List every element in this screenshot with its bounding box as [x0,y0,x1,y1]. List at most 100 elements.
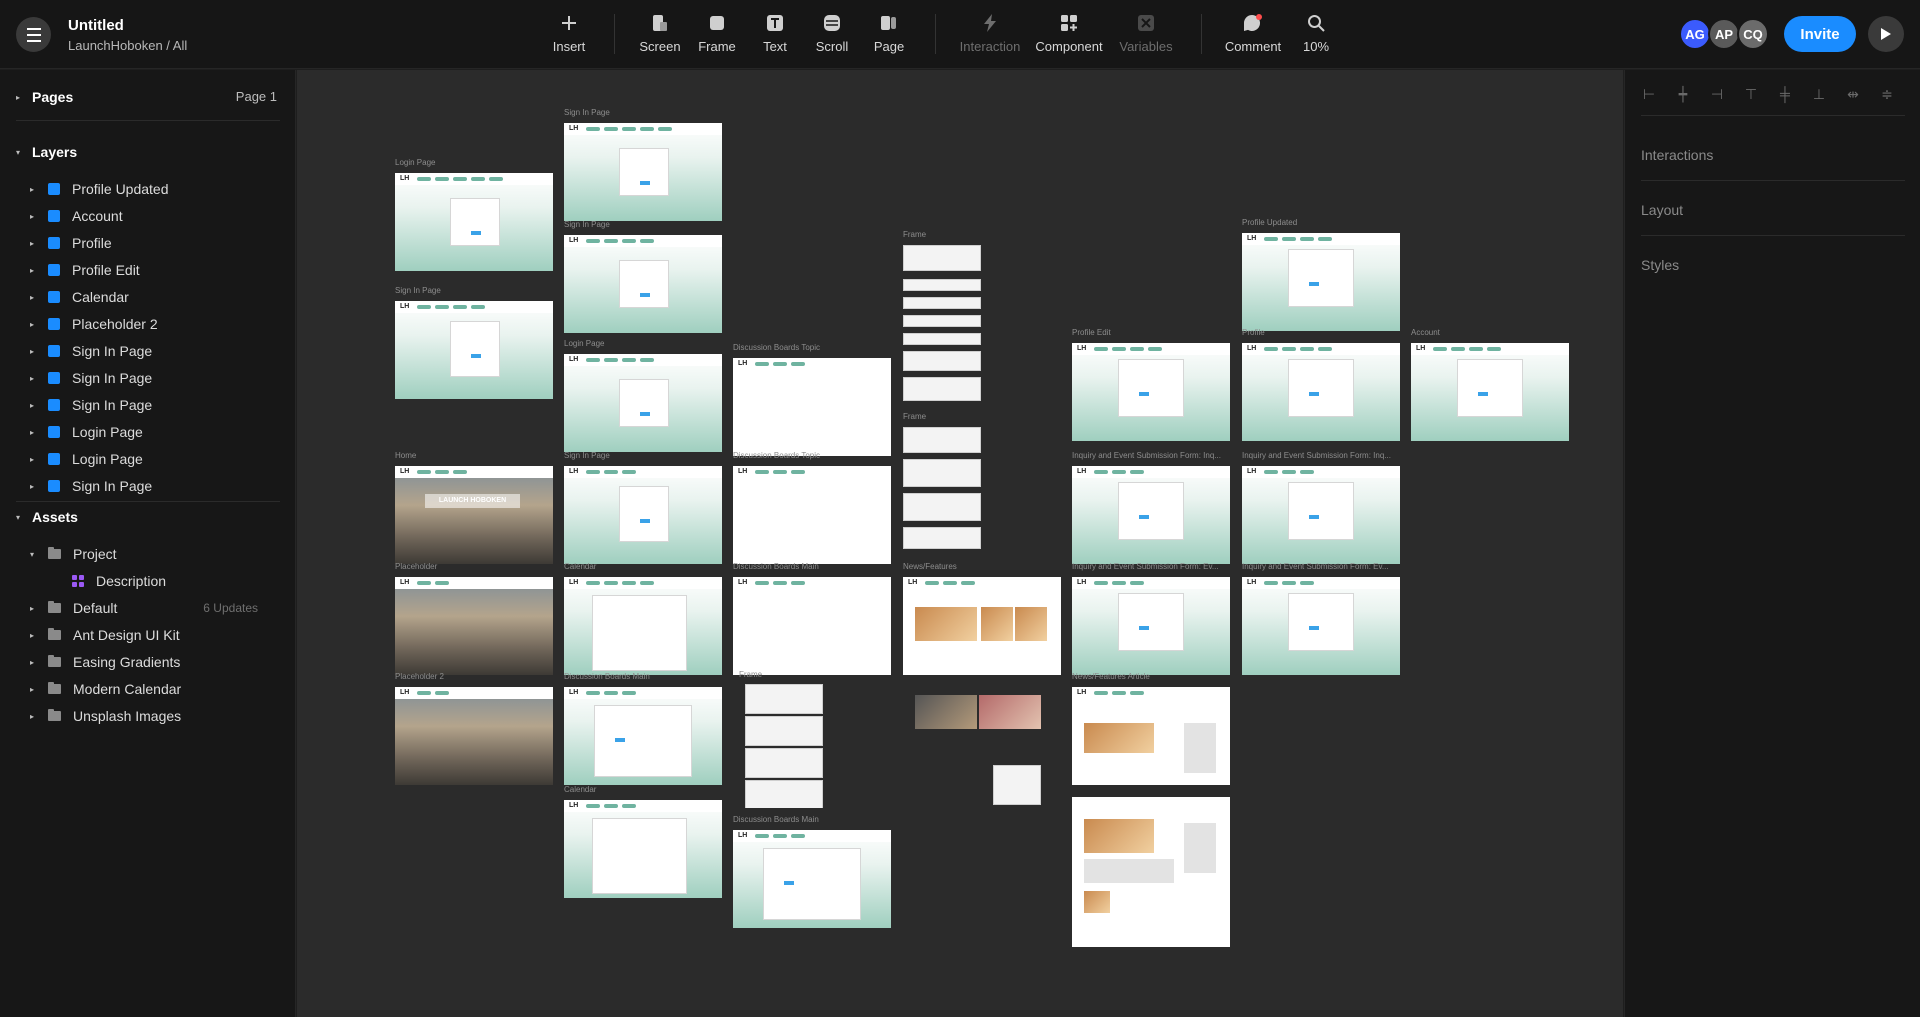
frame-news-article[interactable] [1072,797,1230,947]
interactions-section-header[interactable]: Interactions [1641,147,1713,163]
frame-label[interactable]: Sign In Page [564,220,610,229]
align-center-horizontal-icon[interactable]: ┿ [1673,84,1693,104]
preview-button[interactable] [1868,16,1904,52]
distribute-vertical-icon[interactable]: ≑ [1877,84,1897,104]
frame-label[interactable]: Sign In Page [564,451,610,460]
avatar[interactable]: CQ [1737,18,1769,50]
layer-item[interactable]: ▸ Sign In Page [30,395,280,415]
layers-section-header[interactable]: ▾ Layers [16,144,77,160]
frame-login-page[interactable]: LH [395,173,553,271]
frame-placeholder[interactable]: LH [395,577,553,675]
frame-discussion-boards-main[interactable]: LH [733,577,891,675]
component-tool[interactable]: Component [1034,12,1104,58]
frame-placeholder-2[interactable]: LH [395,687,553,785]
frame-label[interactable]: Discussion Boards Topic [733,343,820,352]
align-right-icon[interactable]: ⊣ [1707,84,1727,104]
layer-item[interactable]: ▸ Sign In Page [30,368,280,388]
layer-item[interactable]: ▸ Profile Edit [30,260,280,280]
frame-event-form[interactable]: LH [1072,577,1230,675]
frame-discussion-boards-topic[interactable]: LH [733,358,891,456]
frame-calendar[interactable]: LH [564,800,722,898]
insert-tool[interactable]: Insert [534,12,604,58]
frame-comments[interactable] [903,245,981,405]
frame-login-page[interactable]: LH [564,354,722,452]
interaction-tool[interactable]: Interaction [955,12,1025,58]
frame-label[interactable]: Discussion Boards Main [733,815,819,824]
frame-inquiry-form[interactable]: LH [1072,466,1230,564]
frame-account[interactable]: LH [1411,343,1569,441]
frame-label[interactable]: Sign In Page [564,108,610,117]
assets-section-header[interactable]: ▾ Assets [16,509,78,525]
frame-create-discussion[interactable]: LH [733,830,891,928]
frame-discussion-list[interactable] [745,684,829,808]
variables-tool[interactable]: Variables [1111,12,1181,58]
frame-label[interactable]: News/Features Article [1072,672,1150,681]
frame-home[interactable]: LH LAUNCH HOBOKEN [395,466,553,564]
avatar[interactable]: AP [1708,18,1740,50]
frame-profile[interactable]: LH [1242,343,1400,441]
frame-label[interactable]: Placeholder [395,562,437,571]
frame-sign-in-page[interactable]: LH [564,466,722,564]
layer-item[interactable]: ▸ Login Page [30,422,280,442]
frame-comments[interactable] [903,427,981,557]
frame-calendar[interactable]: LH [564,577,722,675]
avatar[interactable]: AG [1679,18,1711,50]
asset-folder-project[interactable]: ▾ Project [30,544,280,564]
styles-section-header[interactable]: Styles [1641,257,1679,273]
main-menu-button[interactable] [16,17,51,52]
frame-label[interactable]: Inquiry and Event Submission Form: Ev... [1072,562,1219,571]
align-top-icon[interactable]: ⊤ [1741,84,1761,104]
align-left-icon[interactable]: ⊢ [1639,84,1659,104]
layer-item[interactable]: ▸ Profile [30,233,280,253]
frame-label[interactable]: Login Page [395,158,435,167]
layer-item[interactable]: ▸ Login Page [30,449,280,469]
updates-badge[interactable]: 6 Updates [203,601,258,615]
frame-label[interactable]: Inquiry and Event Submission Form: Inq..… [1242,451,1391,460]
asset-folder-modern-calendar[interactable]: ▸ Modern Calendar [30,679,280,699]
frame-profile-updated[interactable]: LH [1242,233,1400,331]
frame-sign-in-page[interactable]: LH [564,235,722,333]
pages-section-header[interactable]: ▸ Pages [16,89,73,105]
asset-component-description[interactable]: Description [72,571,280,591]
asset-folder-default[interactable]: ▸ Default 6 Updates [30,598,280,618]
frame-label[interactable]: Home [395,451,416,460]
asset-folder-easing-gradients[interactable]: ▸ Easing Gradients [30,652,280,672]
frame-label[interactable]: Profile Edit [1072,328,1111,337]
frame-sign-in-page[interactable]: LH [564,123,722,221]
distribute-horizontal-icon[interactable]: ⇹ [1843,84,1863,104]
frame-label[interactable]: Sign In Page [395,286,441,295]
file-path[interactable]: LaunchHoboken / All [68,38,187,53]
frame-label[interactable]: Frame [903,230,926,239]
layer-item[interactable]: ▸ Calendar [30,287,280,307]
comment-tool[interactable]: Comment [1218,12,1288,58]
layer-item[interactable]: ▸ Account [30,206,280,226]
layer-item[interactable]: ▸ Sign In Page [30,341,280,361]
zoom-tool[interactable]: 10% [1281,12,1351,58]
frame-label[interactable]: Calendar [564,785,596,794]
frame-discussion-boards-topic[interactable]: LH [733,466,891,564]
invite-button[interactable]: Invite [1784,16,1856,52]
frame-sign-in-page[interactable]: LH [395,301,553,399]
align-middle-vertical-icon[interactable]: ╪ [1775,84,1795,104]
current-page[interactable]: Page 1 [236,89,277,104]
frame-event-form[interactable]: LH [1242,577,1400,675]
layout-section-header[interactable]: Layout [1641,202,1683,218]
layer-item[interactable]: ▸ Placeholder 2 [30,314,280,334]
frame-label[interactable]: Inquiry and Event Submission Form: Inq..… [1072,451,1221,460]
frame-news-grid[interactable] [915,695,1043,810]
design-canvas[interactable]: Login Page LH Sign In Page LH Home LH LA… [297,70,1623,1017]
frame-create-event[interactable]: LH [564,687,722,785]
frame-inquiry-form[interactable]: LH [1242,466,1400,564]
frame-label[interactable]: Inquiry and Event Submission Form: Ev... [1242,562,1389,571]
frame-label[interactable]: Calendar [564,562,596,571]
frame-label[interactable]: Profile Updated [1242,218,1297,227]
asset-folder-unsplash-images[interactable]: ▸ Unsplash Images [30,706,280,726]
file-title[interactable]: Untitled [68,17,124,34]
layer-item[interactable]: ▸ Sign In Page [30,476,280,496]
frame-label[interactable]: Frame [903,412,926,421]
layer-item[interactable]: ▸ Profile Updated [30,179,280,199]
frame-news-article[interactable]: LH [1072,687,1230,785]
frame-label[interactable]: Profile [1242,328,1265,337]
frame-label[interactable]: Discussion Boards Topic [733,451,820,460]
page-tool[interactable]: Page [854,12,924,58]
